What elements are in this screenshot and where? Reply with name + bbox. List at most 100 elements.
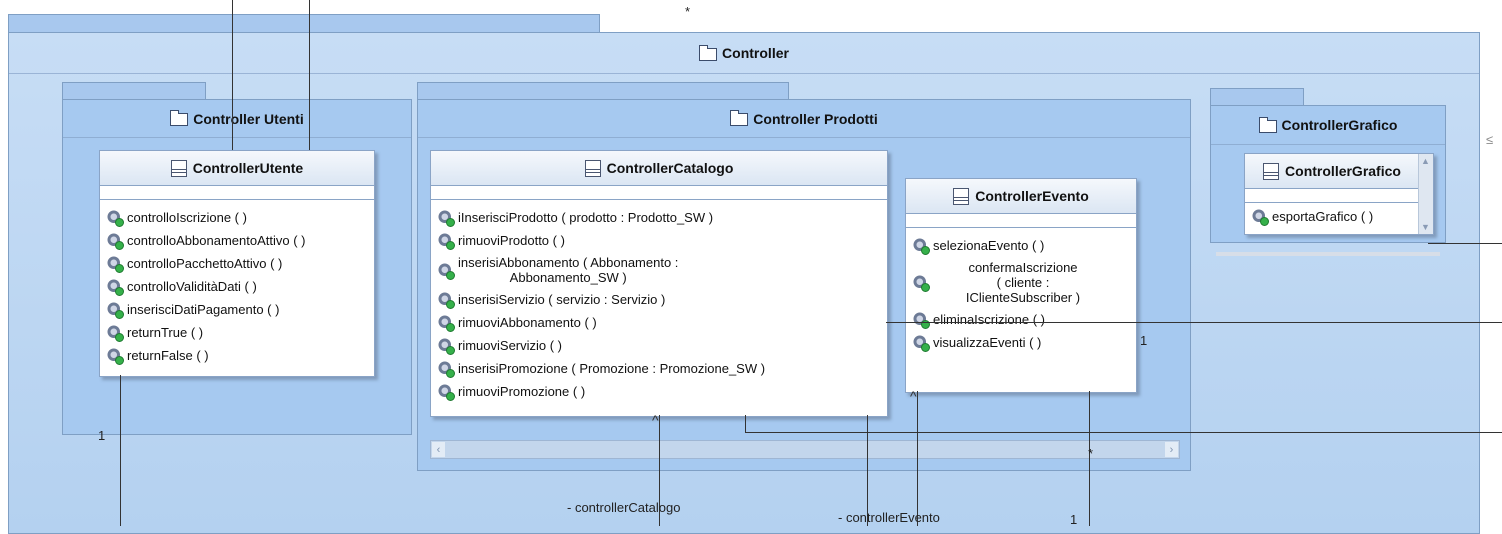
class-icon bbox=[953, 187, 970, 205]
class-icon bbox=[584, 159, 601, 177]
operation-label: eliminaIscrizione ( ) bbox=[933, 312, 1045, 327]
operation-gear-icon bbox=[438, 338, 455, 355]
operation-item[interactable]: inserisiServizio ( servizio : Servizio ) bbox=[431, 288, 887, 311]
operation-item[interactable]: controlloPacchettoAttivo ( ) bbox=[100, 252, 374, 275]
association-line[interactable] bbox=[745, 432, 1502, 433]
role-label: - controllerEvento bbox=[838, 510, 940, 525]
class-icon bbox=[1263, 162, 1280, 180]
arrow-head-label: ≤ bbox=[1486, 132, 1494, 147]
operation-item[interactable]: visualizzaEventi ( ) bbox=[906, 331, 1136, 354]
package-name: Controller Utenti bbox=[193, 110, 304, 127]
package-folder-icon bbox=[699, 44, 718, 61]
operation-label: rimuoviPromozione ( ) bbox=[458, 384, 586, 399]
arrowhead-icon: ^ bbox=[910, 388, 917, 404]
multiplicity-label: 1 bbox=[1070, 512, 1078, 527]
operation-item[interactable]: inserisciDatiPagamento ( ) bbox=[100, 298, 374, 321]
class-name: ControllerEvento bbox=[975, 188, 1089, 204]
association-line[interactable] bbox=[886, 322, 1502, 323]
operation-item[interactable]: rimuoviAbbonamento ( ) bbox=[431, 311, 887, 334]
operation-gear-icon bbox=[107, 348, 124, 365]
scroll-right-icon[interactable]: › bbox=[1165, 442, 1178, 457]
operation-item[interactable]: inserisiAbbonamento ( Abbonamento : Abbo… bbox=[431, 252, 887, 288]
package-name: Controller Prodotti bbox=[753, 110, 878, 127]
class-icon bbox=[170, 159, 187, 177]
operation-gear-icon bbox=[107, 279, 124, 296]
controller-grafico-class[interactable]: ControllerGrafico esportaGrafico ( ) ▲ ▼ bbox=[1244, 153, 1434, 235]
grafico-package-header: ControllerGrafico bbox=[1211, 106, 1445, 145]
controller-evento-class[interactable]: ControllerEvento selezionaEvento ( ) con… bbox=[905, 178, 1137, 393]
class-name: ControllerGrafico bbox=[1285, 163, 1401, 179]
operation-label: rimuoviAbbonamento ( ) bbox=[458, 315, 597, 330]
operation-gear-icon bbox=[438, 384, 455, 401]
prodotti-horizontal-scrollbar[interactable]: ‹ › bbox=[430, 440, 1180, 459]
operation-label: confermaIscrizione ( cliente : IClienteS… bbox=[965, 260, 1081, 305]
operation-gear-icon bbox=[107, 210, 124, 227]
operation-gear-icon bbox=[913, 312, 930, 329]
operation-gear-icon bbox=[107, 233, 124, 250]
operation-gear-icon bbox=[107, 302, 124, 319]
association-line[interactable] bbox=[309, 0, 310, 150]
operations-compartment: controlloIscrizione ( ) controlloAbbonam… bbox=[100, 200, 374, 367]
controller-utente-class[interactable]: ControllerUtente controlloIscrizione ( )… bbox=[99, 150, 375, 377]
operation-gear-icon bbox=[913, 275, 930, 292]
operation-item[interactable]: confermaIscrizione ( cliente : IClienteS… bbox=[906, 257, 1136, 308]
association-line[interactable] bbox=[232, 0, 233, 150]
operation-label: selezionaEvento ( ) bbox=[933, 238, 1045, 253]
multiplicity-label: 1 bbox=[98, 428, 106, 443]
attributes-compartment bbox=[100, 186, 374, 200]
scroll-down-icon[interactable]: ▼ bbox=[1421, 222, 1430, 232]
role-label: - controllerCatalogo bbox=[567, 500, 681, 515]
class-header: ControllerCatalogo bbox=[431, 151, 887, 186]
controller-catalogo-class[interactable]: ControllerCatalogo iInserisciProdotto ( … bbox=[430, 150, 888, 417]
operation-label: returnTrue ( ) bbox=[127, 325, 204, 340]
operation-item[interactable]: rimuoviPromozione ( ) bbox=[431, 380, 887, 403]
operation-label: inserisiServizio ( servizio : Servizio ) bbox=[458, 292, 666, 307]
association-line[interactable] bbox=[745, 415, 746, 432]
prodotti-package-header: Controller Prodotti bbox=[418, 100, 1190, 138]
operation-item[interactable]: returnTrue ( ) bbox=[100, 321, 374, 344]
operation-label: controlloPacchettoAttivo ( ) bbox=[127, 256, 283, 271]
operation-item[interactable]: controlloValiditàDati ( ) bbox=[100, 275, 374, 298]
operation-gear-icon bbox=[107, 256, 124, 273]
arrowhead-icon: ^ bbox=[652, 412, 659, 428]
operation-label: rimuoviProdotto ( ) bbox=[458, 233, 565, 248]
scroll-left-icon[interactable]: ‹ bbox=[432, 442, 445, 457]
association-line[interactable] bbox=[1428, 243, 1502, 244]
association-line[interactable] bbox=[917, 391, 918, 526]
operation-item[interactable]: rimuoviServizio ( ) bbox=[431, 334, 887, 357]
operation-gear-icon bbox=[438, 292, 455, 309]
operation-gear-icon bbox=[438, 233, 455, 250]
package-name: Controller bbox=[722, 45, 789, 61]
scroll-up-icon[interactable]: ▲ bbox=[1421, 156, 1430, 166]
operation-item[interactable]: selezionaEvento ( ) bbox=[906, 234, 1136, 257]
package-folder-icon bbox=[1258, 116, 1277, 133]
operation-item[interactable]: iInserisciProdotto ( prodotto : Prodotto… bbox=[431, 206, 887, 229]
operation-item[interactable]: rimuoviProdotto ( ) bbox=[431, 229, 887, 252]
operation-label: rimuoviServizio ( ) bbox=[458, 338, 563, 353]
class-vertical-scrollbar[interactable]: ▲ ▼ bbox=[1418, 154, 1433, 234]
multiplicity-label: * bbox=[685, 4, 691, 19]
operation-label: iInserisciProdotto ( prodotto : Prodotto… bbox=[458, 210, 714, 225]
utenti-package-header: Controller Utenti bbox=[63, 100, 411, 138]
operation-gear-icon bbox=[1252, 209, 1269, 226]
operation-item[interactable]: inserisiPromozione ( Promozione : Promoz… bbox=[431, 357, 887, 380]
operation-gear-icon bbox=[913, 335, 930, 352]
operation-item[interactable]: eliminaIscrizione ( ) bbox=[906, 308, 1136, 331]
operations-compartment: esportaGrafico ( ) bbox=[1245, 203, 1433, 228]
grafico-package-shadow bbox=[1216, 252, 1440, 256]
operation-item[interactable]: controlloAbbonamentoAttivo ( ) bbox=[100, 229, 374, 252]
operation-label: inserisciDatiPagamento ( ) bbox=[127, 302, 280, 317]
operation-item[interactable]: returnFalse ( ) bbox=[100, 344, 374, 367]
operation-item[interactable]: controlloIscrizione ( ) bbox=[100, 206, 374, 229]
controller-package-tab bbox=[8, 14, 600, 34]
operation-label: visualizzaEventi ( ) bbox=[933, 335, 1042, 350]
operation-item[interactable]: esportaGrafico ( ) bbox=[1245, 205, 1433, 228]
operation-label: inserisiPromozione ( Promozione : Promoz… bbox=[458, 361, 766, 376]
class-name: ControllerCatalogo bbox=[606, 160, 734, 176]
operation-gear-icon bbox=[913, 238, 930, 255]
multiplicity-label: * bbox=[1088, 446, 1094, 461]
package-folder-icon bbox=[730, 110, 749, 126]
operation-label: inserisiAbbonamento ( Abbonamento : Abbo… bbox=[458, 255, 679, 285]
attributes-compartment bbox=[1245, 189, 1419, 203]
association-line[interactable] bbox=[120, 375, 121, 526]
